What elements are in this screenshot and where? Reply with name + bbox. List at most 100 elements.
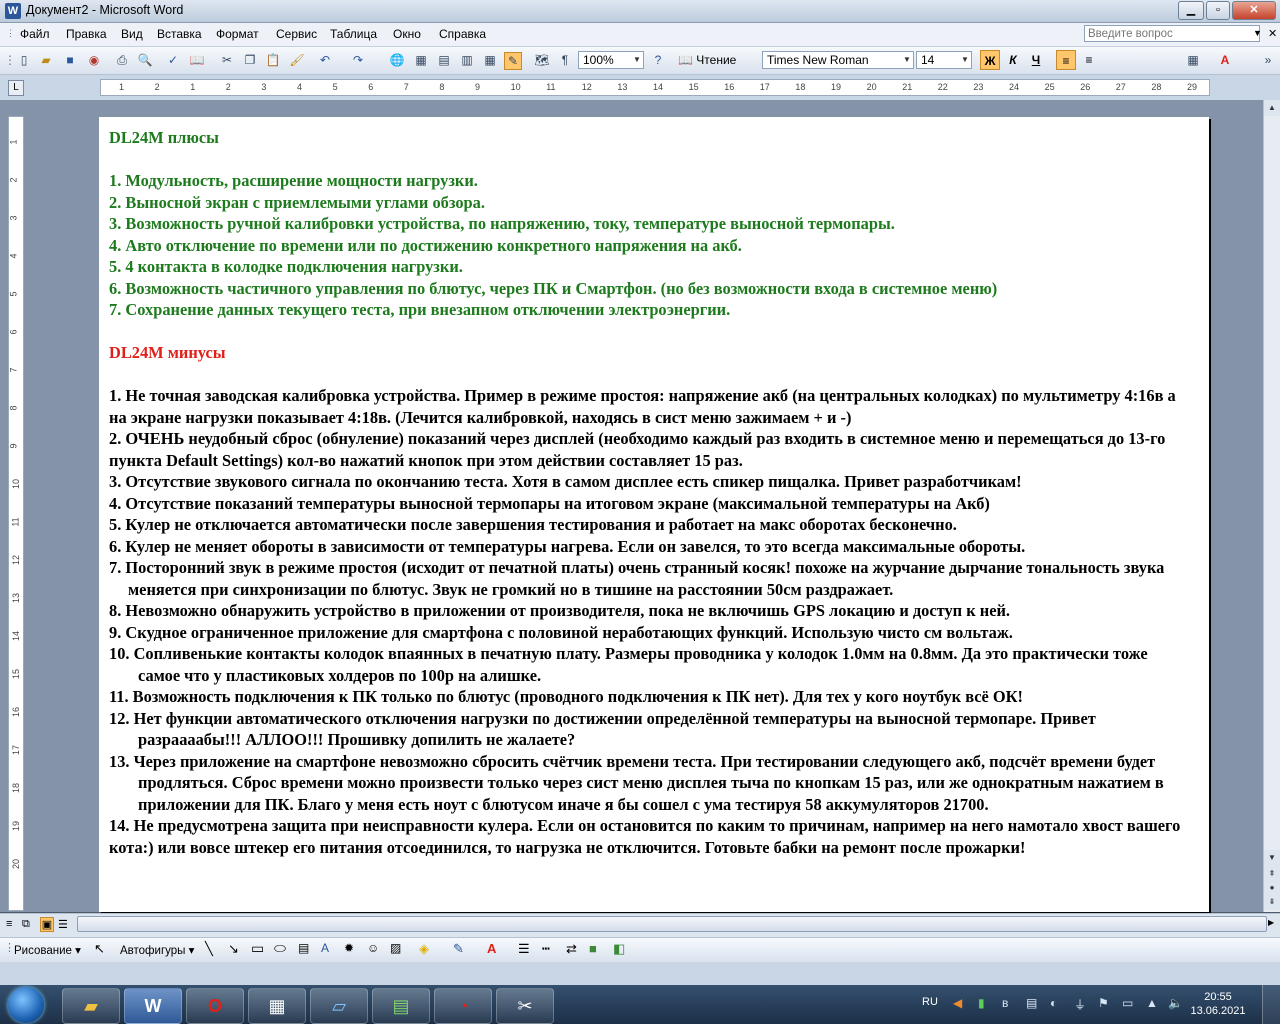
redo-icon[interactable]: ↷ (350, 52, 366, 68)
help-icon[interactable]: ? (650, 52, 666, 68)
tray-speaker-icon[interactable]: 🔈 (1168, 996, 1183, 1010)
tray-security-icon[interactable]: ◐ (1050, 996, 1057, 1010)
menu-file[interactable]: Файл (20, 27, 50, 41)
italic-button[interactable]: К (1003, 50, 1023, 70)
explorer-taskbar-icon[interactable]: ▰ (62, 988, 120, 1024)
menu-table[interactable]: Таблица (330, 27, 377, 41)
spelling-icon[interactable]: ✓ (165, 52, 181, 68)
new-document-icon[interactable]: ▯ (16, 52, 32, 68)
horizontal-scroll-thumb[interactable] (77, 916, 1267, 932)
font-color-icon[interactable]: A (487, 941, 496, 956)
select-objects-icon[interactable]: ↖ (94, 941, 105, 957)
menu-help[interactable]: Справка (439, 27, 486, 41)
cut-icon[interactable]: ✂ (219, 52, 235, 68)
hyperlink-icon[interactable]: 🌐 (389, 52, 405, 68)
toolbar-options-icon[interactable]: » (1260, 52, 1276, 68)
tray-wifi-icon[interactable]: ▲ (1146, 996, 1158, 1010)
scroll-down-icon[interactable]: ▼ (1264, 850, 1280, 866)
open-folder-icon[interactable]: ▰ (38, 52, 54, 68)
zoom-select[interactable]: 100% ▼ (578, 51, 644, 69)
menu-tools[interactable]: Сервис (276, 27, 317, 41)
menu-insert[interactable]: Вставка (157, 27, 202, 41)
print-icon[interactable]: ⎙ (114, 52, 130, 68)
font-size-select[interactable]: 14 ▼ (916, 51, 972, 69)
tray-flag-icon[interactable]: ⚑ (1098, 996, 1109, 1010)
scroll-right-icon[interactable]: ▶ (1268, 918, 1274, 927)
diagram-icon[interactable]: ✹ (344, 941, 354, 955)
fill-color-icon[interactable]: ◈ (419, 941, 429, 957)
volume-icon[interactable]: ◀ (953, 996, 962, 1010)
line-color-icon[interactable]: ✎ (453, 941, 464, 957)
dash-style-icon[interactable]: ┅ (542, 941, 550, 957)
opera-taskbar-icon[interactable]: O (186, 988, 244, 1024)
document-page[interactable]: DL24M плюсы 1. Модульность, расширение м… (99, 117, 1209, 912)
help-dropdown-icon[interactable]: ▼ (1253, 28, 1262, 38)
rectangle-icon[interactable]: ▭ (251, 940, 264, 957)
tray-usb-icon[interactable]: ⏚ (1074, 996, 1086, 1013)
columns-icon[interactable]: ▦ (482, 52, 498, 68)
vertical-ruler[interactable]: 1 2 3 4 5 6 7 8 9 10 11 12 13 14 15 16 17 18 19 20 (8, 116, 24, 911)
clipart-icon[interactable]: ☺ (367, 941, 379, 955)
monitor-taskbar-icon[interactable]: ▤ (372, 988, 430, 1024)
close-button[interactable]: ✕ (1232, 1, 1276, 20)
calculator-taskbar-icon[interactable]: ▦ (248, 988, 306, 1024)
align-left-button[interactable]: ≡ (1056, 50, 1076, 70)
save-icon[interactable]: ■ (62, 52, 78, 68)
outline-view-icon[interactable]: ☰ (58, 918, 68, 931)
arrow-icon[interactable]: ↘ (228, 941, 239, 957)
taskbar-clock[interactable]: 20:55 13.06.2021 (1188, 990, 1248, 1018)
format-painter-icon[interactable]: 🖌 (289, 52, 305, 68)
research-icon[interactable]: 📖 (189, 52, 205, 68)
help-search-input[interactable]: Введите вопрос (1084, 25, 1260, 42)
menu-view[interactable]: Вид (121, 27, 143, 41)
textbox-icon[interactable]: ▤ (298, 941, 309, 955)
borders-icon[interactable]: ▦ (1185, 52, 1201, 68)
vertical-scrollbar[interactable]: ▲ ▼ ⇞ ● ⇟ (1263, 100, 1280, 912)
doc-close-icon[interactable]: ✕ (1268, 27, 1277, 40)
scroll-up-icon[interactable]: ▲ (1264, 100, 1280, 116)
arrow-style-icon[interactable]: ⇄ (566, 941, 577, 957)
permission-icon[interactable]: ◉ (86, 52, 102, 68)
insert-table-icon[interactable]: ▤ (436, 52, 452, 68)
insert-excel-icon[interactable]: ▥ (459, 52, 475, 68)
bluetooth-icon[interactable]: ʙ (1002, 996, 1008, 1010)
bold-button[interactable]: Ж (980, 50, 1000, 70)
shadow-style-icon[interactable]: ■ (589, 941, 597, 956)
oval-icon[interactable]: ⬭ (274, 940, 286, 957)
language-indicator[interactable]: RU (922, 996, 938, 1008)
notes-taskbar-icon[interactable]: ▱ (310, 988, 368, 1024)
print-preview-icon[interactable]: 🔍 (137, 52, 153, 68)
document-map-icon[interactable]: 🗺 (534, 52, 550, 68)
font-color-icon[interactable]: A (1217, 52, 1233, 68)
word-taskbar-icon[interactable]: W (124, 988, 182, 1024)
minimize-button[interactable]: ▁ (1178, 1, 1204, 20)
next-page-icon[interactable]: ⇟ (1264, 894, 1280, 910)
horizontal-ruler[interactable]: 1 2 1 2 3 4 5 6 7 8 9 10 11 12 13 14 15 16 17 18 19 20 21 22 23 2… (100, 79, 1210, 96)
line-icon[interactable]: ╲ (205, 941, 213, 957)
underline-button[interactable]: Ч (1026, 50, 1046, 70)
autoshapes-menu[interactable]: Автофигуры ▾ (120, 943, 194, 957)
tray-app-icon[interactable]: ▮ (978, 996, 985, 1010)
network-icon[interactable]: ▤ (1026, 996, 1037, 1010)
document-text[interactable]: DL24M плюсы 1. Модульность, расширение м… (109, 127, 1189, 858)
maximize-button[interactable]: ▫ (1206, 1, 1230, 20)
drawing-menu[interactable]: Рисование ▾ (14, 943, 81, 957)
paste-icon[interactable]: 📋 (265, 52, 281, 68)
start-button[interactable] (8, 987, 44, 1023)
align-center-button[interactable]: ≡ (1079, 50, 1099, 70)
undo-icon[interactable]: ↶ (317, 52, 333, 68)
menu-window[interactable]: Окно (393, 27, 421, 41)
web-view-icon[interactable]: ⧉ (22, 918, 30, 931)
menu-format[interactable]: Формат (216, 27, 259, 41)
normal-view-icon[interactable]: ≡ (6, 918, 12, 930)
font-select[interactable]: Times New Roman ▼ (762, 51, 914, 69)
show-hide-icon[interactable]: ¶ (557, 52, 573, 68)
copy-icon[interactable]: ❐ (242, 52, 258, 68)
tab-selector-icon[interactable]: L (8, 80, 24, 96)
wordart-icon[interactable]: A (321, 941, 329, 955)
line-style-icon[interactable]: ☰ (518, 941, 530, 957)
read-button[interactable]: 📖 Чтение (678, 53, 736, 67)
tables-borders-icon[interactable]: ▦ (413, 52, 429, 68)
drawing-icon[interactable]: ✎ (504, 52, 522, 70)
3d-style-icon[interactable]: ◧ (613, 941, 625, 957)
